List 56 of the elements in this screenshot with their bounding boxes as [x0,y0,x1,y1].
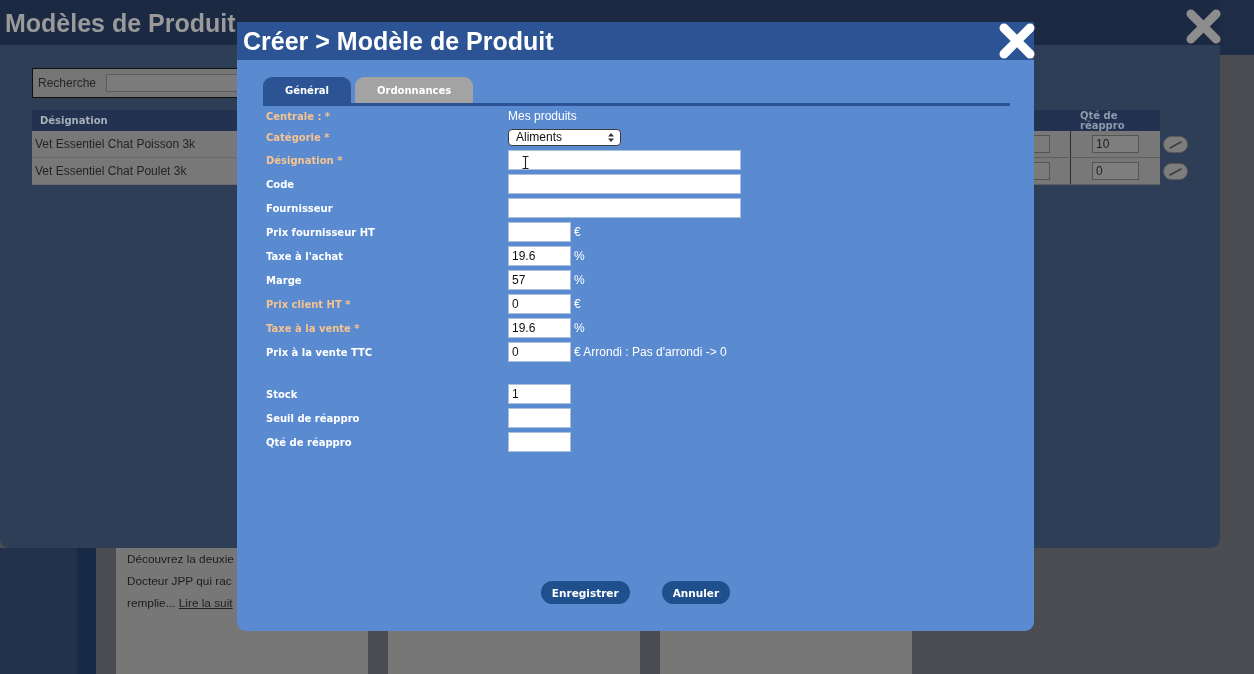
number-field[interactable]: 57 [508,270,571,290]
table-input-field[interactable] [1034,135,1050,153]
article-excerpt: Découvrez la deuxie Docteur JPP qui rac remplie... Lire la suit [127,551,234,612]
edit-button[interactable] [1163,163,1188,180]
text-field[interactable] [508,198,741,218]
number-field[interactable]: 1 [508,384,571,404]
field-label: Code [266,178,296,190]
field-label: Taxe à la vente * [266,322,361,334]
field-label: Marge [266,274,303,286]
field-label: Stock [266,388,299,400]
save-button[interactable]: Enregistrer [540,581,630,604]
field-label: Qté de réappro [266,436,353,448]
field-label: Fournisseur [266,202,334,214]
field-label: Centrale : * [266,110,332,122]
number-field[interactable]: 19.6 [508,318,571,338]
field-label: Taxe à l'achat [266,250,345,262]
read-more-link[interactable]: Lire la suit [178,596,233,610]
unit-label: % [574,321,585,335]
cancel-button[interactable]: Annuler [661,581,731,604]
text-field[interactable] [508,174,741,194]
unit-label: % [574,249,585,263]
text-cursor-icon [522,156,529,169]
dialog-title: Créer > Modèle de Produit [243,26,554,56]
number-field[interactable]: 19.6 [508,246,571,266]
search-label: Recherche [38,76,97,90]
up-down-arrows-icon [608,132,614,142]
tab[interactable]: Général [263,77,351,103]
field-label: Prix client HT * [266,298,352,310]
unit-label: % [574,273,585,287]
pencil-icon [1168,167,1183,176]
quantity-field[interactable]: 0 [1092,162,1139,180]
category-dropdown[interactable]: Aliments [508,128,621,146]
field-label: Prix fournisseur HT [266,226,376,238]
window-title: Modèles de Produit [5,8,236,38]
unit-label: € [574,225,581,239]
quantity-field[interactable]: 10 [1092,135,1139,153]
table-cell: Vet Essentiel Chat Poisson 3k [32,131,237,158]
pencil-icon [1168,140,1183,149]
table-cell: Vet Essentiel Chat Poulet 3k [32,158,237,185]
number-field[interactable]: 0 [508,294,571,314]
number-field[interactable] [508,222,571,242]
edit-button[interactable] [1163,136,1188,153]
field-label: Désignation * [266,154,344,166]
unit-label: € [574,297,581,311]
unit-label: € Arrondi : Pas d'arrondi -> 0 [574,345,727,359]
text-field[interactable] [508,150,741,170]
column-header: Désignation [40,115,108,126]
field-label: Prix à la vente TTC [266,346,374,358]
search-field[interactable] [106,74,237,92]
number-field[interactable] [508,408,571,428]
number-field[interactable]: 0 [508,342,571,362]
field-label: Seuil de réappro [266,412,361,424]
number-field[interactable] [508,432,571,452]
column-header: Qté de réappro [1080,110,1126,131]
table-input-field[interactable] [1034,162,1050,180]
field-label: Catégorie * [266,131,331,143]
